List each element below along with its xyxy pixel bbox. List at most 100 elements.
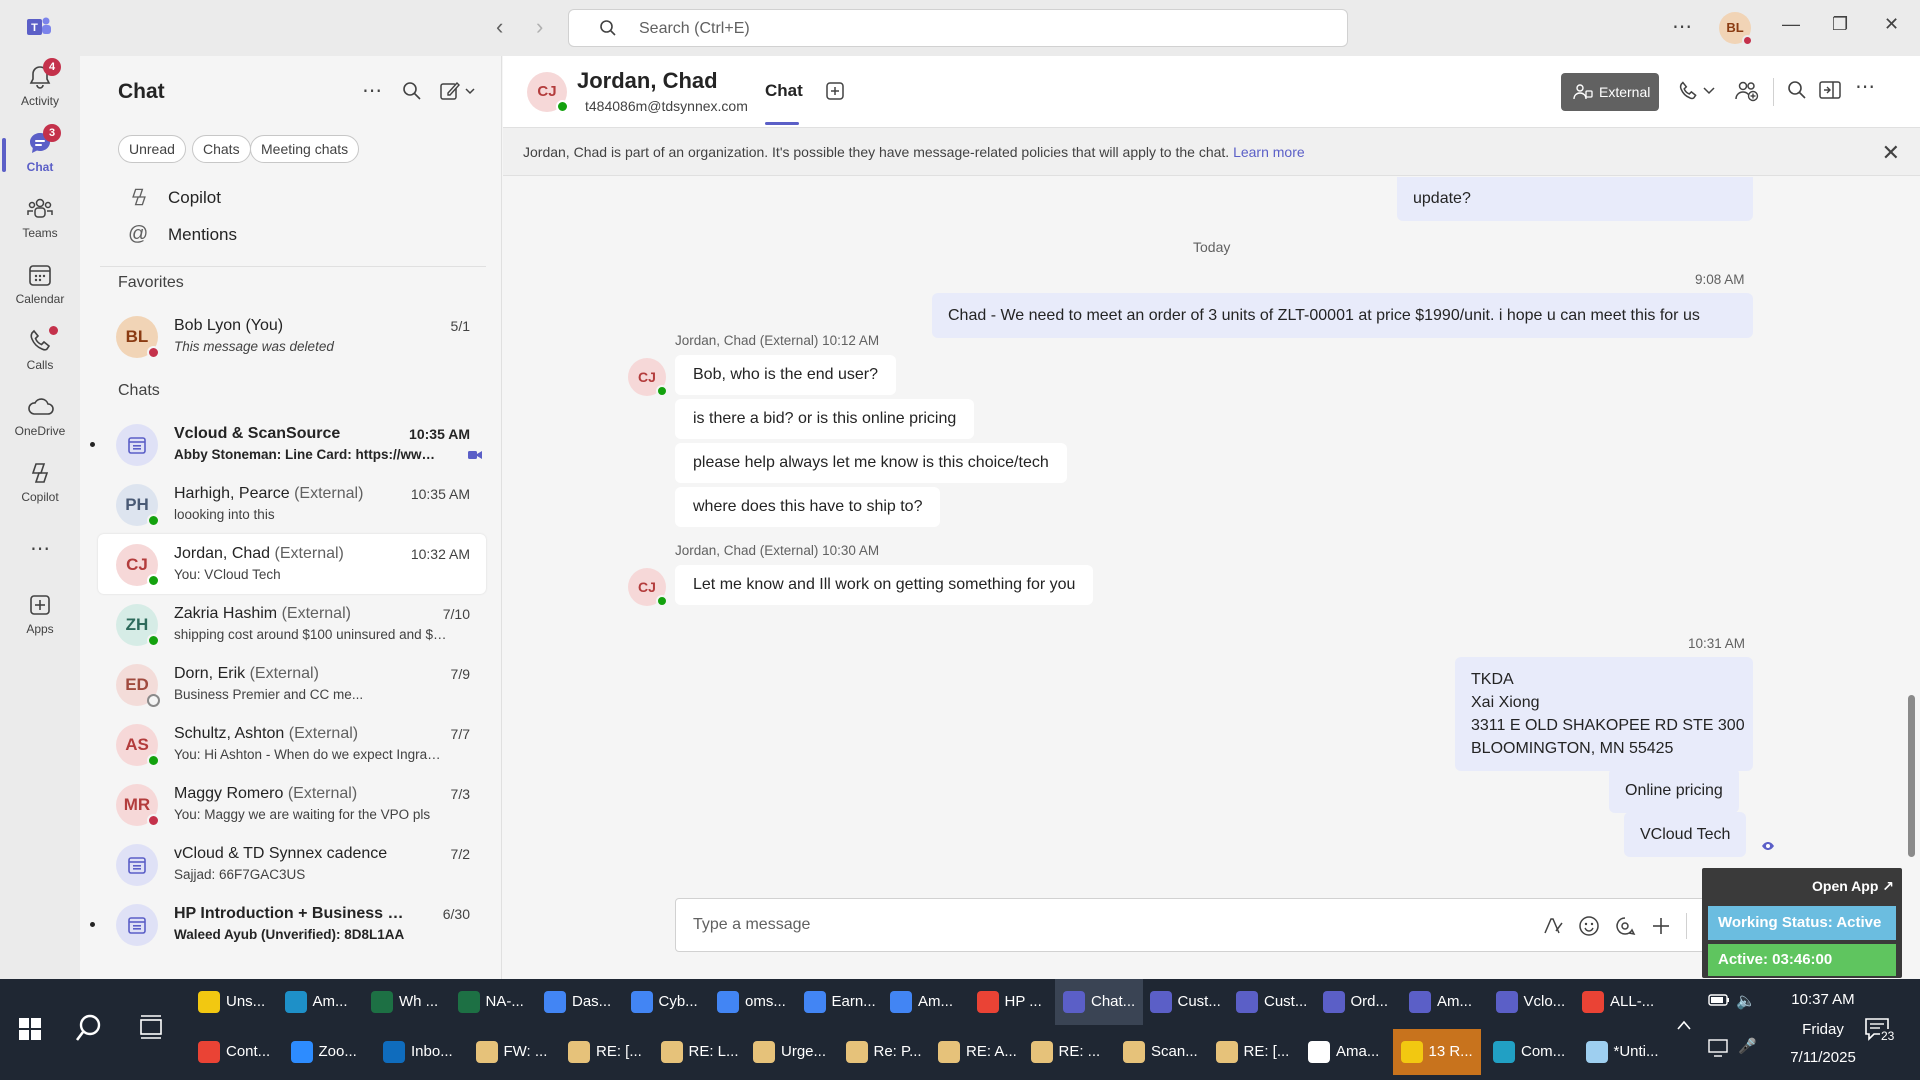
chat-item-selected[interactable]: CJ Jordan, Chad (External) 10:32 AM You:…: [98, 534, 486, 594]
chats-header[interactable]: Chats: [118, 382, 160, 400]
rail-item-calls[interactable]: Calls: [0, 326, 80, 390]
close-icon[interactable]: ✕: [1884, 14, 1899, 35]
clock-date[interactable]: 7/11/2025: [1778, 1049, 1868, 1066]
filter-unread[interactable]: Unread: [118, 135, 186, 163]
forward-arrow-icon[interactable]: ›: [536, 14, 543, 40]
clock-time[interactable]: 10:37 AM: [1778, 991, 1868, 1008]
maximize-icon[interactable]: ❐: [1832, 14, 1848, 35]
new-chat-icon[interactable]: [440, 81, 478, 101]
taskbar-button[interactable]: Am...: [882, 979, 970, 1025]
taskbar-button[interactable]: Wh ...: [363, 979, 451, 1025]
taskbar-button[interactable]: RE: [...: [1208, 1029, 1296, 1075]
windows-start-icon[interactable]: [18, 1017, 42, 1041]
notification-center[interactable]: 23: [1864, 1017, 1896, 1046]
rail-item-chat[interactable]: 3 Chat: [0, 124, 80, 192]
taskbar-button[interactable]: Zoo...: [283, 1029, 371, 1075]
task-view-icon[interactable]: [138, 1015, 164, 1039]
rail-item-apps[interactable]: Apps: [0, 592, 80, 654]
rail-item-copilot[interactable]: Copilot: [0, 460, 80, 522]
message-bubble-self[interactable]: VCloud Tech: [1624, 812, 1747, 857]
taskbar-button[interactable]: Com...: [1485, 1029, 1573, 1075]
rail-item-activity[interactable]: 4 Activity: [0, 58, 80, 126]
chat-item[interactable]: Vcloud & ScanSource 10:35 AM Abby Stonem…: [90, 414, 486, 474]
battery-icon[interactable]: [1708, 993, 1730, 1007]
favorites-header[interactable]: Favorites: [118, 274, 184, 292]
taskbar-button[interactable]: RE: A...: [930, 1029, 1018, 1075]
contact-name[interactable]: Jordan, Chad: [577, 68, 718, 94]
search-input[interactable]: Search (Ctrl+E): [568, 9, 1348, 47]
more-options-icon[interactable]: ⋯: [1855, 74, 1875, 99]
chat-item[interactable]: ZH Zakria Hashim (External) 7/10 shippin…: [98, 594, 486, 654]
taskbar-button[interactable]: Inbo...: [375, 1029, 463, 1075]
taskbar-button[interactable]: 13 R...: [1392, 1029, 1481, 1075]
rail-item-onedrive[interactable]: OneDrive: [0, 394, 80, 456]
taskbar-button[interactable]: Chat...: [1055, 979, 1143, 1025]
taskbar-button[interactable]: Am...: [277, 979, 365, 1025]
add-tab-icon[interactable]: [825, 81, 845, 101]
taskbar-button[interactable]: ALL-...: [1574, 979, 1662, 1025]
message-bubble-self[interactable]: Chad - We need to meet an order of 3 uni…: [932, 293, 1753, 338]
network-icon[interactable]: [1708, 1039, 1732, 1057]
plus-icon[interactable]: [1650, 915, 1672, 937]
message-bubble-self[interactable]: Online pricing: [1609, 768, 1739, 813]
taskbar-button[interactable]: Cont...: [190, 1029, 278, 1075]
filter-meeting-chats[interactable]: Meeting chats: [250, 135, 360, 163]
chat-item[interactable]: HP Introduction + Business Dis... 6/30 W…: [90, 894, 486, 954]
clock-day[interactable]: Friday: [1778, 1021, 1868, 1038]
taskbar-button[interactable]: Am...: [1401, 979, 1489, 1025]
chat-item[interactable]: vCloud & TD Synnex cadence 7/2 Sajjad: 6…: [98, 834, 486, 894]
phone-icon[interactable]: [1677, 80, 1699, 102]
external-button[interactable]: External: [1561, 73, 1659, 111]
taskbar-search-icon[interactable]: [74, 1013, 104, 1043]
tray-chevron-up-icon[interactable]: [1676, 1019, 1692, 1031]
taskbar-button[interactable]: NA-...: [450, 979, 538, 1025]
message-bubble-other[interactable]: where does this have to ship to?: [675, 487, 941, 527]
taskbar-button[interactable]: Das...: [536, 979, 624, 1025]
taskbar-button[interactable]: RE: L...: [653, 1029, 741, 1075]
message-bubble-address[interactable]: TKDA Xai Xiong 3311 E OLD SHAKOPEE RD ST…: [1455, 657, 1753, 771]
more-apps-icon[interactable]: ⋯: [0, 536, 80, 566]
tab-chat[interactable]: Chat: [765, 81, 803, 101]
taskbar-button[interactable]: Re: P...: [838, 1029, 926, 1075]
message-compose-box[interactable]: Type a message: [675, 898, 1717, 952]
search-icon[interactable]: [402, 81, 422, 101]
format-icon[interactable]: [1542, 915, 1564, 937]
taskbar-button[interactable]: FW: ...: [468, 1029, 556, 1075]
taskbar-button[interactable]: RE: ...: [1023, 1029, 1111, 1075]
taskbar-button[interactable]: Cust...: [1142, 979, 1230, 1025]
contact-avatar[interactable]: CJ: [527, 72, 569, 113]
filter-chats[interactable]: Chats: [192, 135, 251, 163]
chat-item[interactable]: PH Harhigh, Pearce (External) 10:35 AM l…: [98, 474, 486, 534]
taskbar-button[interactable]: oms...: [709, 979, 797, 1025]
taskbar-button[interactable]: Ama...: [1300, 1029, 1388, 1075]
sender-avatar[interactable]: CJ: [628, 358, 668, 397]
taskbar-button[interactable]: Cyb...: [623, 979, 711, 1025]
emoji-icon[interactable]: [1578, 915, 1600, 937]
taskbar-button[interactable]: RE: [...: [560, 1029, 648, 1075]
taskbar-button[interactable]: Uns...: [190, 979, 278, 1025]
message-bubble-other[interactable]: is there a bid? or is this online pricin…: [675, 399, 975, 439]
message-bubble-other[interactable]: Let me know and Ill work on getting some…: [675, 565, 1094, 605]
loop-icon[interactable]: [1614, 915, 1636, 937]
rail-item-calendar[interactable]: Calendar: [0, 262, 80, 324]
more-options-icon[interactable]: ⋯: [1672, 14, 1693, 39]
sender-avatar[interactable]: CJ: [628, 568, 668, 607]
taskbar-button[interactable]: HP ...: [969, 979, 1057, 1025]
volume-icon[interactable]: 🔈: [1736, 991, 1756, 1011]
message-bubble-other[interactable]: Bob, who is the end user?: [675, 355, 897, 395]
taskbar-button[interactable]: Urge...: [745, 1029, 833, 1075]
back-arrow-icon[interactable]: ‹: [496, 14, 503, 40]
message-bubble-self[interactable]: update?: [1397, 177, 1753, 221]
message-bubble-other[interactable]: please help always let me know is this c…: [675, 443, 1067, 483]
taskbar-button[interactable]: Scan...: [1115, 1029, 1203, 1075]
microphone-icon[interactable]: 🎤: [1738, 1037, 1757, 1055]
taskbar-button[interactable]: Cust...: [1228, 979, 1316, 1025]
more-options-icon[interactable]: ⋯: [362, 78, 382, 103]
taskbar-button[interactable]: Vclo...: [1488, 979, 1576, 1025]
chat-item[interactable]: AS Schultz, Ashton (External) 7/7 You: H…: [98, 714, 486, 774]
search-icon[interactable]: [1787, 80, 1807, 100]
rail-item-teams[interactable]: Teams: [0, 196, 80, 258]
chat-item-favorite[interactable]: BL Bob Lyon (You) 5/1 This message was d…: [98, 306, 486, 366]
add-people-icon[interactable]: [1735, 80, 1759, 102]
chat-item[interactable]: MR Maggy Romero (External) 7/3 You: Magg…: [98, 774, 486, 834]
